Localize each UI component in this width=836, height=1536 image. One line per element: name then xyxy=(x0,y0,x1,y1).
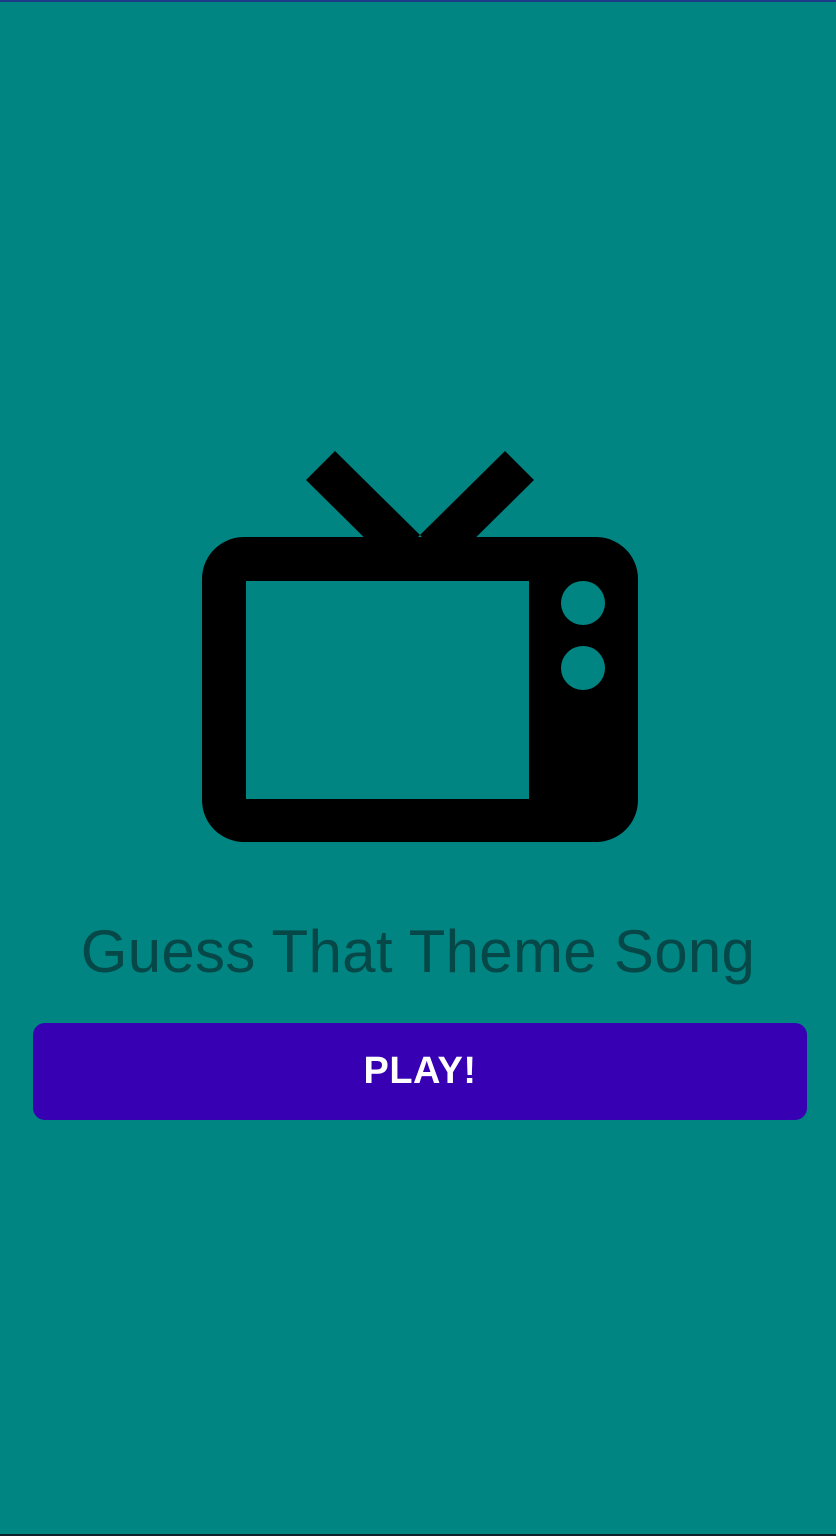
play-button[interactable]: PLAY! xyxy=(33,1023,807,1120)
main-screen: Guess That Theme Song PLAY! xyxy=(0,0,836,1536)
tv-icon xyxy=(202,451,638,842)
app-title: Guess That Theme Song xyxy=(80,918,756,985)
